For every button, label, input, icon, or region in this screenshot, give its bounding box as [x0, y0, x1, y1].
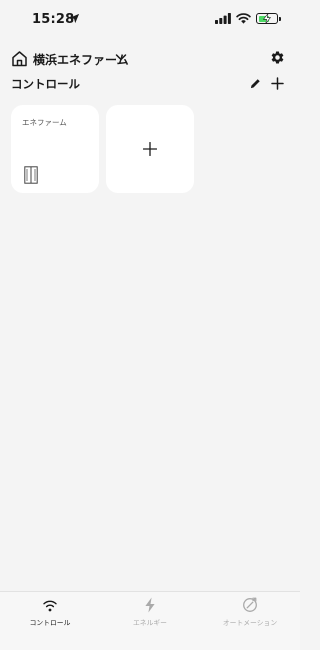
status-indicators [215, 13, 281, 24]
wifi-status-icon [236, 13, 251, 24]
battery-icon [256, 13, 281, 24]
tab-automation[interactable]: オートメーション [200, 592, 300, 650]
lightning-bolt-icon [145, 597, 155, 613]
chevron-down-icon[interactable] [115, 53, 127, 62]
plus-icon[interactable] [271, 77, 284, 90]
pencil-icon[interactable] [250, 78, 261, 89]
device-card-enefarm[interactable]: エネファーム [11, 105, 99, 193]
gear-icon[interactable] [270, 50, 285, 65]
tab-label: コントロール [29, 619, 71, 627]
charging-bolt-icon [262, 13, 272, 24]
tab-label: オートメーション [222, 619, 278, 627]
battery-cap [279, 17, 281, 21]
tab-label: エネルギー [133, 619, 167, 627]
tab-control[interactable]: コントロール [0, 592, 100, 650]
bottom-tab-bar: コントロール エネルギー オートメーション [0, 591, 300, 650]
tab-energy[interactable]: エネルギー [100, 592, 200, 650]
location-arrow-icon [69, 13, 80, 24]
control-section-header: コントロール [0, 74, 300, 94]
home-icon[interactable] [11, 50, 28, 67]
wifi-icon [43, 600, 57, 612]
status-bar: 15:28 [0, 0, 300, 40]
automation-icon [243, 597, 257, 612]
device-card-label: エネファーム [22, 118, 67, 127]
plus-icon [143, 142, 157, 156]
home-header: 横浜エネファーム [0, 46, 300, 70]
fuel-cell-device-icon [24, 166, 38, 184]
add-device-card[interactable] [106, 105, 194, 193]
section-title: コントロール [11, 77, 80, 91]
cellular-signal-icon [215, 13, 231, 24]
